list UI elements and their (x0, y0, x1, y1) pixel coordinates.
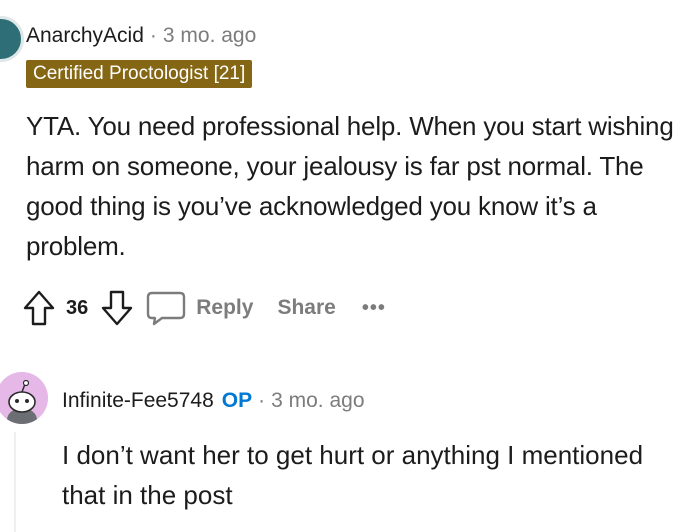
comment-timestamp[interactable]: 3 mo. ago (163, 24, 256, 47)
reply-button[interactable]: Reply (144, 289, 253, 327)
meta-separator: · (258, 389, 266, 412)
reply-label: Reply (196, 296, 254, 319)
share-button[interactable]: Share (277, 296, 335, 320)
meta-separator: · (149, 24, 157, 47)
comment-bubble-icon (144, 289, 188, 327)
comment-meta: AnarchyAcid · 3 mo. ago (26, 22, 256, 50)
downvote-icon[interactable] (100, 289, 134, 327)
thread-line[interactable] (14, 432, 16, 532)
user-avatar[interactable] (0, 16, 24, 62)
reply-body: I don’t want her to get hurt or anything… (62, 440, 644, 510)
snoo-avatar-icon[interactable] (0, 372, 48, 424)
upvote-icon[interactable] (22, 289, 56, 327)
comment-body: YTA. You need professional help. When yo… (26, 111, 674, 261)
reply-timestamp[interactable]: 3 mo. ago (271, 389, 364, 412)
comment-action-bar: 36 Reply Share ••• (22, 288, 386, 328)
comment-author[interactable]: AnarchyAcid (26, 24, 144, 47)
user-flair: Certified Proctologist [21] (26, 60, 253, 88)
reply-author[interactable]: Infinite-Fee5748 (62, 389, 214, 412)
op-badge: OP (221, 389, 253, 412)
reply-meta: Infinite-Fee5748 OP · 3 mo. ago (62, 387, 365, 415)
vote-score: 36 (66, 296, 89, 319)
more-options-icon[interactable]: ••• (362, 297, 386, 320)
